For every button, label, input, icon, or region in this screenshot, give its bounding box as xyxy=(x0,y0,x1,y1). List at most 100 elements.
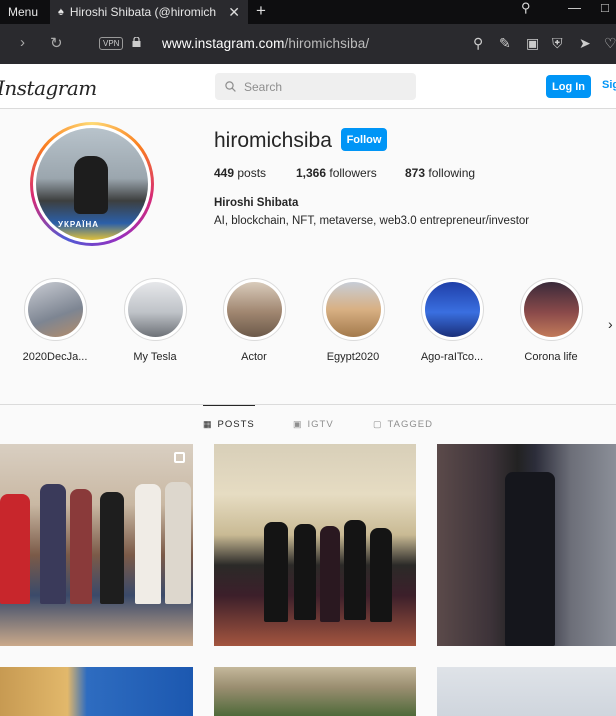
profile-username: hiromichsiba xyxy=(214,129,332,152)
post-thumbnail[interactable] xyxy=(0,444,193,646)
follow-button[interactable]: Follow xyxy=(341,128,387,151)
highlight-item[interactable]: 2020DecJa... xyxy=(15,278,95,363)
vpn-badge[interactable]: VPN xyxy=(99,37,124,50)
browser-menu-button[interactable]: Menu xyxy=(0,0,46,24)
tab-igtv-label: IGTV xyxy=(307,418,334,430)
highlight-image xyxy=(127,282,183,337)
heart-icon[interactable]: ♡ xyxy=(604,35,616,52)
avatar-person xyxy=(74,156,108,214)
igtv-icon: ▣ xyxy=(293,418,303,429)
tab-igtv[interactable]: ▣ IGTV xyxy=(293,405,334,443)
shield-icon[interactable]: ⛨ xyxy=(552,35,563,52)
photo-figure xyxy=(40,484,66,604)
followers-count: 1,366 xyxy=(296,166,327,180)
photo-figure xyxy=(344,520,366,620)
tab-posts-label: POSTS xyxy=(217,419,255,430)
tagged-icon: ▢ xyxy=(373,418,383,429)
photo-figure xyxy=(70,489,92,604)
highlights-next-icon[interactable]: › xyxy=(608,316,613,332)
posts-count: 449 xyxy=(214,166,235,180)
profile-full-name: Hiroshi Shibata xyxy=(214,197,299,209)
instagram-logo[interactable]: Instagram xyxy=(0,76,97,100)
highlight-item[interactable]: Ago-raITco... xyxy=(412,278,492,363)
highlight-label: Egypt2020 xyxy=(326,351,380,363)
post-thumbnail[interactable] xyxy=(437,667,616,716)
tab-posts[interactable]: ▦ POSTS xyxy=(203,405,255,443)
highlight-image xyxy=(523,282,579,337)
url-field[interactable]: www.instagram.com/hiromichsiba/ xyxy=(162,36,369,51)
highlight-ring xyxy=(123,278,187,341)
highlight-image xyxy=(424,282,480,337)
search-icon xyxy=(225,81,236,92)
highlight-image xyxy=(325,282,381,337)
followers-stat[interactable]: 1,366 followers xyxy=(296,166,377,180)
highlight-ring xyxy=(222,278,286,341)
instagram-header: Instagram Search Log In Sign Up xyxy=(0,64,616,109)
highlight-item[interactable]: Egypt2020 xyxy=(313,278,393,363)
new-tab-icon[interactable]: + xyxy=(256,1,266,21)
highlight-item[interactable]: Corona life xyxy=(511,278,591,363)
highlight-item[interactable]: My Tesla xyxy=(115,278,195,363)
followers-label: followers xyxy=(329,166,377,180)
login-button[interactable]: Log In xyxy=(546,75,591,98)
highlight-ring xyxy=(321,278,385,341)
url-host: www.instagram.com xyxy=(162,36,285,51)
avatar-sign-text: УКРАЇНА xyxy=(58,220,100,229)
avatar-border: УКРАЇНА xyxy=(33,125,151,243)
grid-icon: ▦ xyxy=(203,419,213,429)
signup-link[interactable]: Sign Up xyxy=(602,79,616,91)
carousel-icon xyxy=(174,452,185,463)
search-tabs-icon[interactable]: ⚲ xyxy=(521,0,531,16)
post-thumbnail[interactable] xyxy=(437,444,616,646)
profile-avatar[interactable]: УКРАЇНА xyxy=(30,122,154,246)
highlight-label: Actor xyxy=(241,351,267,363)
posts-stat: 449 posts xyxy=(214,166,266,180)
browser-tab[interactable]: ♠ Hiroshi Shibata (@hiromich ✕ xyxy=(50,0,248,24)
post-thumbnail[interactable] xyxy=(214,667,416,716)
browser-tab-title: Hiroshi Shibata (@hiromich xyxy=(69,5,217,19)
photo-figure xyxy=(100,492,124,604)
search-input[interactable]: Search xyxy=(215,73,416,100)
highlight-ring xyxy=(519,278,583,341)
search-placeholder: Search xyxy=(244,79,283,94)
following-label: following xyxy=(428,166,476,180)
highlight-image xyxy=(226,282,282,337)
profile-bio: AI, blockchain, NFT, metaverse, web3.0 e… xyxy=(214,215,530,227)
browser-tab-bar: Menu ♠ Hiroshi Shibata (@hiromich ✕ + ⚲ … xyxy=(0,0,616,24)
reload-icon[interactable]: ↻ xyxy=(50,34,63,52)
post-thumbnail[interactable] xyxy=(0,667,193,716)
zoom-icon[interactable]: ⚲ xyxy=(473,35,483,52)
maximize-icon[interactable]: □ xyxy=(601,0,609,15)
highlight-image xyxy=(27,282,83,337)
following-count: 873 xyxy=(405,166,426,180)
avatar-image: УКРАЇНА xyxy=(36,128,148,240)
highlight-label: Corona life xyxy=(524,351,578,363)
posts-label: posts xyxy=(237,166,267,180)
browser-menu-label: Menu xyxy=(8,5,39,19)
url-path: /hiromichsiba/ xyxy=(284,36,370,51)
photo-figure xyxy=(0,494,30,604)
tab-tagged-label: TAGGED xyxy=(387,418,433,430)
highlight-item[interactable]: Actor xyxy=(214,278,294,363)
lock-icon xyxy=(132,37,141,47)
highlight-label: Ago-raITco... xyxy=(420,351,484,363)
camera-icon[interactable]: ▣ xyxy=(526,35,539,52)
following-stat[interactable]: 873 following xyxy=(405,166,475,180)
photo-figure xyxy=(505,472,555,646)
highlight-ring xyxy=(23,278,87,341)
incognito-icon: ♠ xyxy=(58,6,64,18)
edit-icon[interactable]: ✎ xyxy=(499,35,511,52)
forward-icon[interactable]: › xyxy=(20,34,25,51)
tab-tagged[interactable]: ▢ TAGGED xyxy=(373,405,433,443)
close-tab-icon[interactable]: ✕ xyxy=(228,4,240,21)
post-thumbnail[interactable] xyxy=(214,444,416,646)
minimize-icon[interactable]: — xyxy=(568,0,581,15)
photo-figure xyxy=(135,484,161,604)
photo-figure xyxy=(320,526,340,622)
highlight-label: 2020DecJa... xyxy=(22,351,88,363)
photo-figure xyxy=(264,522,288,622)
browser-address-bar: › ↻ VPN www.instagram.com/hiromichsiba/ … xyxy=(0,24,616,64)
highlight-ring xyxy=(420,278,484,341)
photo-figure xyxy=(294,524,316,620)
send-icon[interactable]: ➤ xyxy=(579,35,591,52)
